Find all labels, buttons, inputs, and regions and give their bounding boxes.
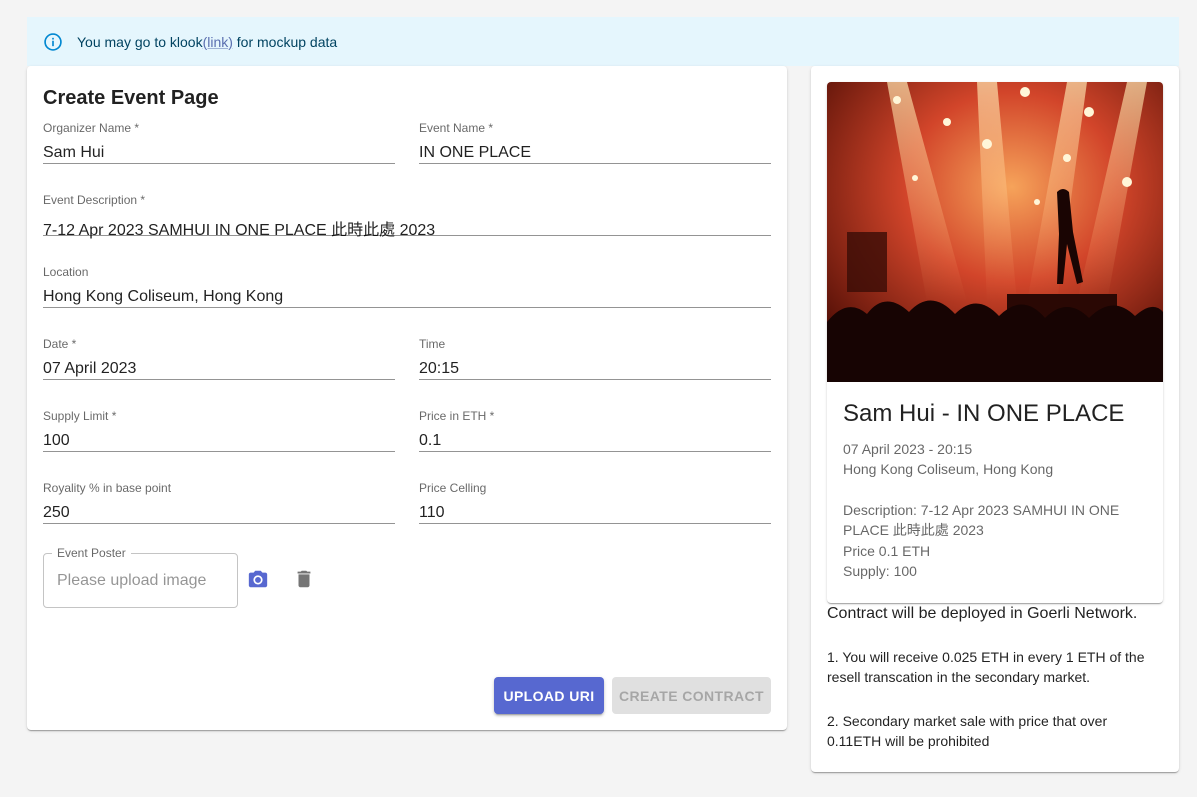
preview-description: Description: 7-12 Apr 2023 SAMHUI IN ONE… (843, 501, 1120, 539)
preview-supply: Supply: 100 (843, 563, 917, 580)
page-title: Create Event Page (43, 87, 219, 109)
price-ceiling-value[interactable]: 110 (419, 504, 445, 522)
contract-info: Contract will be deployed in Goerli Netw… (827, 604, 1157, 752)
preview-datetime: 07 April 2023 - 20:15 (843, 441, 973, 457)
event-name-field[interactable]: Event Name * IN ONE PLACE (419, 121, 771, 164)
date-label: Date * (43, 337, 77, 351)
preview-location: Hong Kong Coliseum, Hong Kong (843, 461, 1054, 478)
info-icon (43, 32, 63, 52)
event-preview-card: Sam Hui - IN ONE PLACE 07 April 2023 - 2… (827, 82, 1163, 603)
price-value[interactable]: 0.1 (419, 432, 441, 450)
camera-icon[interactable] (245, 566, 271, 592)
preview-price: Price 0.1 ETH (843, 542, 931, 559)
royalty-value[interactable]: 250 (43, 504, 70, 522)
alert-text: You may go to klook(link) for mockup dat… (77, 33, 338, 50)
contract-network-text: Contract will be deployed in Goerli Netw… (827, 605, 1138, 622)
organizer-name-label: Organizer Name * (43, 121, 140, 135)
event-description-value[interactable]: 7-12 Apr 2023 SAMHUI IN ONE PLACE 此時此處 2… (43, 216, 435, 240)
event-description-label: Event Description * (43, 193, 146, 207)
info-alert: You may go to klook(link) for mockup dat… (27, 17, 1179, 66)
event-name-label: Event Name * (419, 121, 494, 135)
time-value[interactable]: 20:15 (419, 360, 459, 378)
event-poster-label: Event Poster (52, 546, 131, 560)
organizer-name-field[interactable]: Organizer Name * Sam Hui (43, 121, 395, 164)
supply-limit-field[interactable]: Supply Limit * 100 (43, 409, 395, 452)
preview-spacer (843, 480, 1143, 500)
royalty-field[interactable]: Royality % in base point 250 (43, 481, 395, 524)
event-poster-placeholder: Please upload image (57, 572, 207, 589)
trash-icon[interactable] (291, 566, 317, 592)
location-value[interactable]: Hong Kong Coliseum, Hong Kong (43, 288, 283, 306)
date-field[interactable]: Date * 07 April 2023 (43, 337, 395, 380)
price-field[interactable]: Price in ETH * 0.1 (419, 409, 771, 452)
event-name-value[interactable]: IN ONE PLACE (419, 144, 531, 162)
event-poster-input[interactable]: Event Poster Please upload image (43, 546, 238, 608)
preview-details: 07 April 2023 - 20:15 Hong Kong Coliseum… (843, 439, 1143, 581)
supply-limit-label: Supply Limit * (43, 409, 117, 423)
price-ceiling-field[interactable]: Price Celling 110 (419, 481, 771, 524)
price-label: Price in ETH * (419, 409, 495, 423)
upload-uri-button[interactable]: UPLOAD URI (494, 677, 604, 714)
supply-limit-value[interactable]: 100 (43, 432, 70, 450)
contract-royalty-text: 1. You will receive 0.025 ETH in every 1… (827, 649, 1145, 686)
create-contract-button[interactable]: CREATE CONTRACT (612, 677, 771, 714)
klook-link[interactable]: (link) (203, 34, 233, 50)
event-poster-image (827, 82, 1163, 382)
royalty-label: Royality % in base point (43, 481, 172, 495)
location-label: Location (43, 265, 89, 279)
location-field[interactable]: Location Hong Kong Coliseum, Hong Kong (43, 265, 771, 308)
price-ceiling-label: Price Celling (419, 481, 487, 495)
create-event-form: Create Event Page Organizer Name * Sam H… (27, 66, 787, 730)
date-value[interactable]: 07 April 2023 (43, 360, 136, 378)
organizer-name-value[interactable]: Sam Hui (43, 144, 104, 162)
event-description-field[interactable]: Event Description * 7-12 Apr 2023 SAMHUI… (43, 193, 771, 239)
time-field[interactable]: Time 20:15 (419, 337, 771, 380)
time-label: Time (419, 337, 446, 351)
event-preview-panel: Sam Hui - IN ONE PLACE 07 April 2023 - 2… (811, 66, 1179, 772)
contract-ceiling-text: 2. Secondary market sale with price that… (827, 712, 1108, 750)
preview-title: Sam Hui - IN ONE PLACE (843, 400, 1125, 427)
